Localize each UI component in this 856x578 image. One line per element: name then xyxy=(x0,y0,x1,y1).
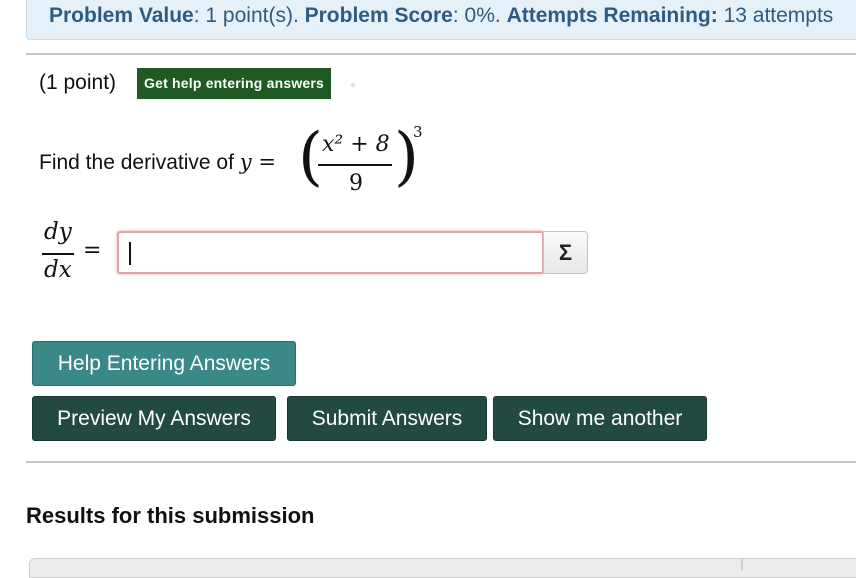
problem-points: (1 point) xyxy=(39,71,117,94)
answer-input[interactable] xyxy=(117,231,544,274)
exponent: 3 xyxy=(413,123,423,141)
attempts-remaining-text: 13 attempts xyxy=(717,4,834,27)
dydx-fraction-bar xyxy=(42,253,74,255)
text-caret xyxy=(129,242,131,265)
help-link-dot xyxy=(351,83,355,87)
preview-answers-button[interactable]: Preview My Answers xyxy=(32,396,276,441)
problem-value-text: : 1 point(s). xyxy=(193,4,299,27)
attempts-remaining-label: Attempts Remaining: xyxy=(506,4,718,27)
problem-score-text: : 0%. xyxy=(452,4,501,27)
results-table-divider xyxy=(741,558,743,570)
dydx-numerator: dy xyxy=(44,219,72,245)
help-entering-answers-link[interactable]: Get help entering answers xyxy=(137,68,332,99)
answer-equals-sign: = xyxy=(83,238,102,263)
sigma-icon: Σ xyxy=(558,240,573,265)
prompt-equals: = xyxy=(251,150,276,174)
left-paren: ( xyxy=(298,120,323,194)
fraction-bar xyxy=(318,164,392,166)
dydx-denominator: dx xyxy=(44,257,72,283)
problem-prompt: Find the derivative of y = xyxy=(39,150,276,175)
bottom-divider xyxy=(26,461,856,463)
problem-status-bar: Problem Value: 1 point(s). Problem Score… xyxy=(26,0,856,40)
fraction-denominator: 9 xyxy=(349,171,363,196)
help-entering-answers-button[interactable]: Help Entering Answers xyxy=(32,341,296,386)
equation-editor-button[interactable]: Σ xyxy=(543,231,588,274)
results-table xyxy=(29,558,856,578)
problem-score-label: Problem Score xyxy=(304,4,453,27)
submit-answers-button[interactable]: Submit Answers xyxy=(287,396,487,441)
results-heading: Results for this submission xyxy=(26,503,315,528)
y-variable: y xyxy=(239,150,252,174)
problem-value-label: Problem Value xyxy=(49,4,194,27)
prompt-text: Find the derivative of xyxy=(39,151,240,174)
top-divider xyxy=(26,53,856,55)
fraction-numerator: x² + 8 xyxy=(322,132,390,157)
show-another-button[interactable]: Show me another xyxy=(493,396,707,441)
